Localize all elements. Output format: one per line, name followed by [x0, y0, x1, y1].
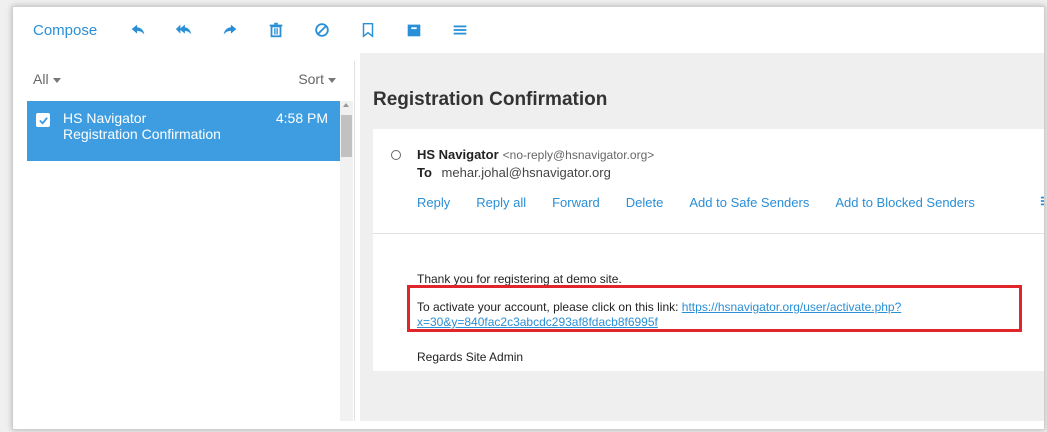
filter-label: All — [33, 71, 49, 87]
checkbox[interactable] — [36, 113, 50, 127]
delete-button[interactable]: Delete — [626, 195, 664, 210]
chevron-down-icon — [328, 77, 336, 83]
checkmark-icon — [38, 116, 48, 125]
to-label: To — [417, 165, 432, 180]
reply-icon[interactable] — [127, 19, 149, 41]
flag-icon[interactable] — [357, 19, 379, 41]
delete-icon[interactable] — [265, 19, 287, 41]
forward-button[interactable]: Forward — [552, 195, 600, 210]
select-radio[interactable] — [391, 149, 401, 160]
sender-name: HS Navigator — [417, 147, 499, 162]
menu-icon[interactable] — [449, 19, 471, 41]
forward-icon[interactable] — [219, 19, 241, 41]
signature: Regards Site Admin — [417, 350, 524, 364]
sort-dropdown[interactable]: Sort — [298, 71, 336, 87]
reading-pane: Registration Confirmation HS Navigator <… — [360, 53, 1044, 421]
filter-dropdown[interactable]: All — [33, 71, 61, 87]
add-blocked-senders-button[interactable]: Add to Blocked Senders — [835, 195, 974, 210]
to-row: To mehar.johal@hsnavigator.org — [417, 165, 611, 180]
scrollbar[interactable] — [340, 101, 353, 421]
toolbar: Compose — [13, 7, 1044, 53]
message-list-pane: All Sort HS Navigator Registration Confi… — [13, 61, 355, 421]
more-menu-icon[interactable] — [1040, 195, 1044, 210]
mail-window: Compose All Sort HS Navigator Registrati… — [12, 6, 1045, 430]
sender-email: <no-reply@hsnavigator.org> — [502, 147, 655, 162]
page-title: Registration Confirmation — [373, 89, 608, 110]
chevron-down-icon — [52, 77, 61, 83]
message-card: HS Navigator <no-reply@hsnavigator.org> … — [373, 129, 1044, 371]
message-actions: Reply Reply all Forward Delete Add to Sa… — [417, 195, 1001, 210]
scroll-up-icon[interactable] — [343, 103, 349, 107]
reply-all-button[interactable]: Reply all — [476, 195, 526, 210]
list-item[interactable]: HS Navigator Registration Confirmation 4… — [27, 101, 340, 161]
block-icon[interactable] — [311, 19, 333, 41]
mail-time: 4:58 PM — [275, 110, 328, 126]
scroll-thumb[interactable] — [341, 115, 352, 157]
mail-sender: HS Navigator — [63, 110, 147, 126]
highlight-box — [407, 285, 1022, 332]
archive-icon[interactable] — [403, 19, 425, 41]
list-header: All Sort — [13, 61, 354, 97]
add-safe-senders-button[interactable]: Add to Safe Senders — [689, 195, 809, 210]
recipient-email: mehar.johal@hsnavigator.org — [441, 165, 611, 180]
divider — [373, 233, 1044, 234]
mail-subject: Registration Confirmation — [63, 126, 221, 142]
sort-label: Sort — [298, 71, 324, 87]
from-row: HS Navigator <no-reply@hsnavigator.org> — [391, 147, 654, 162]
compose-button[interactable]: Compose — [33, 22, 97, 39]
reply-button[interactable]: Reply — [417, 195, 450, 210]
body-line: Thank you for registering at demo site. — [417, 272, 622, 286]
reply-all-icon[interactable] — [173, 19, 195, 41]
